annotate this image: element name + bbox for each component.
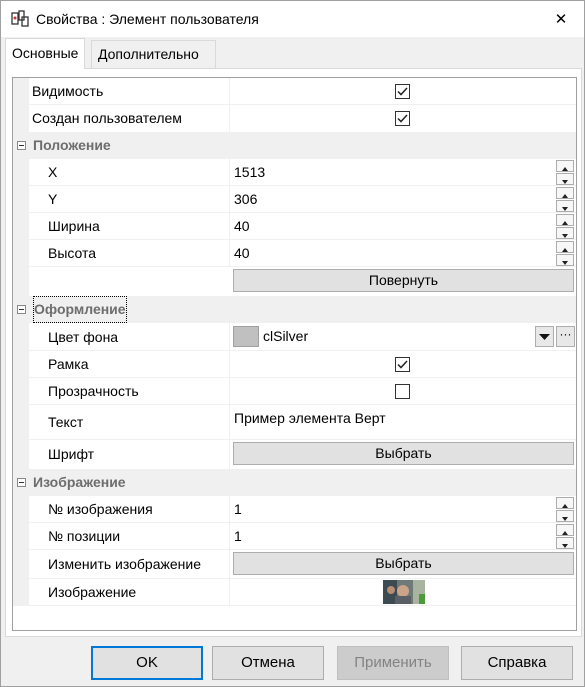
image-number-input[interactable]: 1 [234, 496, 242, 523]
properties-dialog: Свойства : Элемент пользователя ✕ Основн… [0, 0, 585, 687]
image-thumbnail [383, 580, 425, 604]
visibility-checkbox[interactable] [395, 84, 410, 99]
category-appearance-label: Оформление [33, 296, 127, 323]
prop-row-width: Ширина 40 [13, 213, 576, 240]
prop-row-text: Текст Пример элемента Верт [13, 405, 576, 440]
prop-row-height: Высота 40 [13, 240, 576, 267]
tab-main[interactable]: Основные [5, 38, 86, 69]
spin-up-icon[interactable] [556, 214, 574, 226]
spin-down-icon[interactable] [556, 254, 574, 266]
text-value-input[interactable]: Пример элемента Верт [234, 405, 386, 432]
spin-up-icon[interactable] [556, 187, 574, 199]
property-grid: Видимость Создан пользователем Положение… [12, 77, 577, 631]
prop-row-y: Y 306 [13, 186, 576, 213]
category-appearance[interactable]: Оформление [13, 296, 576, 323]
help-button[interactable]: Справка [461, 646, 573, 680]
spin-up-icon[interactable] [556, 524, 574, 536]
apply-button[interactable]: Применить [337, 646, 449, 680]
prop-row-frame: Рамка [13, 351, 576, 378]
position-number-input[interactable]: 1 [234, 523, 242, 550]
category-image[interactable]: Изображение [13, 469, 576, 496]
frame-checkbox[interactable] [395, 357, 410, 372]
prop-name-width: Ширина [29, 213, 230, 240]
prop-row-visibility: Видимость [13, 78, 576, 105]
prop-name-position-number: № позиции [29, 523, 230, 550]
spin-down-icon[interactable] [556, 537, 574, 549]
collapse-icon[interactable] [17, 305, 26, 314]
tab-panel-main: Видимость Создан пользователем Положение… [5, 68, 582, 637]
prop-row-image-number: № изображения 1 [13, 496, 576, 523]
window-title: Свойства : Элемент пользователя [36, 11, 259, 27]
y-value-input[interactable]: 306 [234, 186, 257, 213]
position-number-spinner[interactable] [556, 524, 574, 549]
checkmark-icon [397, 360, 408, 369]
spin-down-icon[interactable] [556, 173, 574, 185]
font-select-button[interactable]: Выбрать [233, 442, 574, 465]
prop-name-change-image: Изменить изображение [29, 550, 230, 579]
prop-row-rotate: Повернуть [13, 267, 576, 296]
height-spinner[interactable] [556, 241, 574, 266]
dropdown-button[interactable] [535, 326, 554, 347]
bg-color-value[interactable]: clSilver [263, 323, 308, 350]
chevron-down-icon [539, 334, 550, 340]
x-value-input[interactable]: 1513 [234, 159, 265, 186]
close-icon: ✕ [554, 11, 568, 28]
checkmark-icon [397, 114, 408, 123]
prop-name-y: Y [29, 186, 230, 213]
spin-up-icon[interactable] [556, 241, 574, 253]
app-icon [11, 10, 29, 27]
prop-name-height: Высота [29, 240, 230, 267]
spin-down-icon[interactable] [556, 227, 574, 239]
prop-row-image: Изображение [13, 579, 576, 606]
spin-up-icon[interactable] [556, 160, 574, 172]
prop-row-user-created: Создан пользователем [13, 105, 576, 132]
change-image-button[interactable]: Выбрать [233, 552, 574, 575]
prop-name-transparency: Прозрачность [29, 378, 230, 405]
collapse-icon[interactable] [17, 141, 26, 150]
x-spinner[interactable] [556, 160, 574, 185]
spin-down-icon[interactable] [556, 510, 574, 522]
checkmark-icon [397, 87, 408, 96]
prop-name-image-number: № изображения [29, 496, 230, 523]
close-button[interactable]: ✕ [538, 1, 584, 37]
prop-row-font: Шрифт Выбрать [13, 440, 576, 469]
width-value-input[interactable]: 40 [234, 213, 250, 240]
prop-name-user-created: Создан пользователем [29, 105, 230, 132]
collapse-icon[interactable] [17, 478, 26, 487]
prop-name-font: Шрифт [29, 440, 230, 469]
color-swatch [233, 326, 259, 347]
title-bar: Свойства : Элемент пользователя ✕ [1, 1, 584, 37]
spin-down-icon[interactable] [556, 200, 574, 212]
ok-button[interactable]: OK [91, 646, 203, 680]
prop-name-image: Изображение [29, 579, 230, 606]
rotate-button[interactable]: Повернуть [233, 269, 574, 292]
prop-name-visibility: Видимость [29, 78, 230, 105]
prop-row-change-image: Изменить изображение Выбрать [13, 550, 576, 579]
prop-row-x: X 1513 [13, 159, 576, 186]
prop-name-frame: Рамка [29, 351, 230, 378]
image-number-spinner[interactable] [556, 497, 574, 522]
prop-name-text: Текст [29, 405, 230, 440]
spin-up-icon[interactable] [556, 497, 574, 509]
width-spinner[interactable] [556, 214, 574, 239]
prop-name-bg-color: Цвет фона [29, 323, 230, 351]
cancel-button[interactable]: Отмена [212, 646, 324, 680]
prop-name-x: X [29, 159, 230, 186]
prop-row-transparency: Прозрачность [13, 378, 576, 405]
category-image-label: Изображение [33, 474, 126, 490]
prop-row-bg-color: Цвет фона clSilver ··· [13, 323, 576, 351]
prop-row-position-number: № позиции 1 [13, 523, 576, 550]
category-position-label: Положение [33, 137, 111, 153]
height-value-input[interactable]: 40 [234, 240, 250, 267]
ellipsis-button[interactable]: ··· [556, 326, 575, 347]
tab-additional[interactable]: Дополнительно [91, 40, 216, 69]
transparency-checkbox[interactable] [395, 384, 410, 399]
user-created-checkbox[interactable] [395, 111, 410, 126]
y-spinner[interactable] [556, 187, 574, 212]
category-position[interactable]: Положение [13, 132, 576, 159]
